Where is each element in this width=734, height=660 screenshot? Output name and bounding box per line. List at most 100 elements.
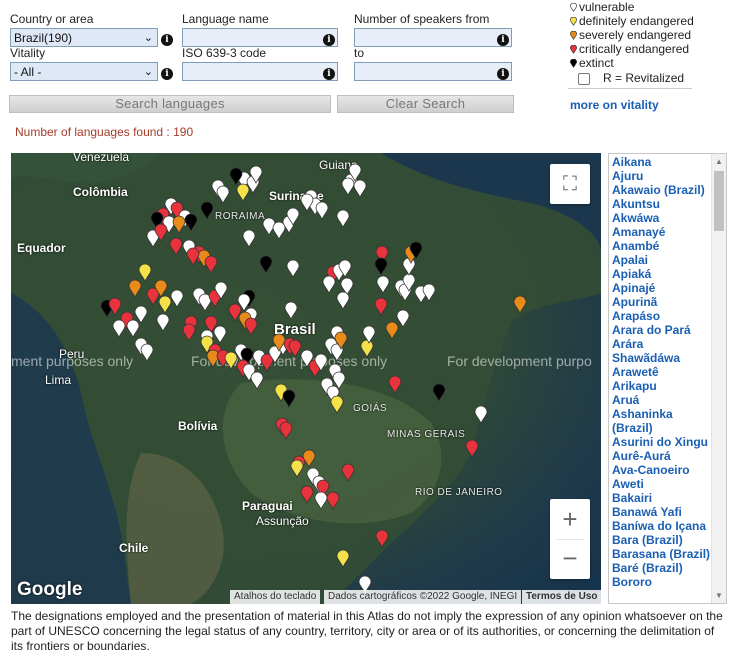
language-marker[interactable] bbox=[300, 485, 314, 504]
language-marker[interactable] bbox=[341, 177, 355, 196]
language-marker[interactable] bbox=[184, 213, 198, 232]
language-marker[interactable] bbox=[422, 283, 436, 302]
language-marker[interactable] bbox=[336, 209, 350, 228]
zoom-in-button[interactable]: + bbox=[550, 499, 590, 539]
language-marker[interactable] bbox=[385, 321, 399, 340]
language-marker[interactable] bbox=[336, 291, 350, 310]
language-marker[interactable] bbox=[158, 295, 172, 314]
country-select[interactable]: Brazil(190) ⌄ bbox=[10, 28, 158, 47]
speakers-to-info-icon[interactable]: i bbox=[497, 68, 509, 80]
speakers-to-input[interactable] bbox=[354, 62, 512, 81]
language-marker[interactable] bbox=[244, 317, 258, 336]
language-marker[interactable] bbox=[156, 313, 170, 332]
language-list-item[interactable]: Baré (Brazil) bbox=[609, 561, 711, 575]
language-list-item[interactable]: Arikapu bbox=[609, 379, 711, 393]
more-on-vitality-link[interactable]: more on vitality bbox=[570, 98, 659, 112]
language-marker[interactable] bbox=[140, 343, 154, 362]
language-marker[interactable] bbox=[182, 323, 196, 342]
language-list-item[interactable]: Bororo bbox=[609, 575, 711, 589]
language-marker[interactable] bbox=[315, 201, 329, 220]
language-marker[interactable] bbox=[200, 201, 214, 220]
language-list-item[interactable]: Akuntsu bbox=[609, 197, 711, 211]
language-marker[interactable] bbox=[374, 257, 388, 276]
language-list-item[interactable]: Aruá bbox=[609, 393, 711, 407]
language-marker[interactable] bbox=[474, 405, 488, 424]
scroll-thumb[interactable] bbox=[714, 171, 724, 231]
language-marker[interactable] bbox=[272, 221, 286, 240]
speakers-from-input[interactable] bbox=[354, 28, 512, 47]
language-marker[interactable] bbox=[236, 183, 250, 202]
language-marker[interactable] bbox=[432, 383, 446, 402]
scroll-down-icon[interactable]: ▼ bbox=[715, 591, 723, 600]
clear-search-button[interactable]: Clear Search bbox=[337, 95, 514, 113]
language-marker[interactable] bbox=[204, 255, 218, 274]
language-marker[interactable] bbox=[302, 449, 316, 468]
language-list-item[interactable]: Arara do Pará bbox=[609, 323, 711, 337]
language-list-item[interactable]: Anambé bbox=[609, 239, 711, 253]
language-marker[interactable] bbox=[128, 279, 142, 298]
language-marker[interactable] bbox=[341, 463, 355, 482]
language-list-item[interactable]: Ava-Canoeiro bbox=[609, 463, 711, 477]
language-marker[interactable] bbox=[134, 305, 148, 324]
language-input[interactable] bbox=[182, 28, 338, 47]
language-marker[interactable] bbox=[279, 421, 293, 440]
terms-link[interactable]: Termos de Uso bbox=[522, 590, 601, 604]
scroll-up-icon[interactable]: ▲ bbox=[715, 157, 723, 166]
language-marker[interactable] bbox=[250, 371, 264, 390]
language-marker[interactable] bbox=[224, 351, 238, 370]
language-marker[interactable] bbox=[186, 247, 200, 266]
iso-input[interactable] bbox=[182, 62, 338, 81]
language-marker[interactable] bbox=[326, 491, 340, 510]
language-marker[interactable] bbox=[242, 229, 256, 248]
language-marker[interactable] bbox=[322, 275, 336, 294]
language-list-item[interactable]: Arára bbox=[609, 337, 711, 351]
language-list-scrollbar[interactable]: ▲ ▼ bbox=[711, 154, 726, 603]
language-list-item[interactable]: Bakairi bbox=[609, 491, 711, 505]
language-marker[interactable] bbox=[375, 529, 389, 548]
language-list-item[interactable]: Aurê-Aurá bbox=[609, 449, 711, 463]
language-list-item[interactable]: Asurini do Xingu bbox=[609, 435, 711, 449]
language-list-item[interactable]: Baníwa do Içana bbox=[609, 519, 711, 533]
language-marker[interactable] bbox=[172, 215, 186, 234]
language-list-item[interactable]: Apalai bbox=[609, 253, 711, 267]
language-marker[interactable] bbox=[336, 549, 350, 568]
language-list-item[interactable]: Arapáso bbox=[609, 309, 711, 323]
language-marker[interactable] bbox=[353, 179, 367, 198]
language-marker[interactable] bbox=[388, 375, 402, 394]
iso-info-icon[interactable]: i bbox=[323, 68, 335, 80]
language-marker[interactable] bbox=[330, 395, 344, 414]
language-marker[interactable] bbox=[290, 459, 304, 478]
language-list[interactable]: Aikana Ajuru Akawaio (Brazil) Akuntsu Akwáwa… bbox=[608, 153, 727, 604]
language-marker[interactable] bbox=[288, 339, 302, 358]
zoom-out-button[interactable]: − bbox=[550, 539, 590, 579]
language-marker[interactable] bbox=[282, 389, 296, 408]
language-list-item[interactable]: Aweti bbox=[609, 477, 711, 491]
language-marker[interactable] bbox=[170, 289, 184, 308]
map[interactable]: Venezuela Colômbia Guiana Suriname RORAI… bbox=[11, 153, 601, 604]
language-list-item[interactable]: Apurinã bbox=[609, 295, 711, 309]
language-marker[interactable] bbox=[286, 259, 300, 278]
language-marker[interactable] bbox=[513, 295, 527, 314]
language-marker[interactable] bbox=[284, 301, 298, 320]
language-list-item[interactable]: Apinajé bbox=[609, 281, 711, 295]
language-list-item[interactable]: Aikana bbox=[609, 155, 711, 169]
language-marker[interactable] bbox=[206, 349, 220, 368]
language-marker[interactable] bbox=[402, 257, 416, 276]
language-marker[interactable] bbox=[376, 275, 390, 294]
fullscreen-button[interactable]: ⛶ bbox=[550, 164, 590, 204]
language-marker[interactable] bbox=[216, 185, 230, 204]
language-info-icon[interactable]: i bbox=[323, 34, 335, 46]
language-marker[interactable] bbox=[126, 319, 140, 338]
keyboard-shortcuts-link[interactable]: Atalhos do teclado bbox=[230, 590, 321, 604]
language-list-item[interactable]: Ajuru bbox=[609, 169, 711, 183]
language-marker[interactable] bbox=[314, 491, 328, 510]
vitality-select[interactable]: - All - ⌄ bbox=[10, 62, 158, 81]
language-list-item[interactable]: Arawetê bbox=[609, 365, 711, 379]
language-list-item[interactable]: Akawaio (Brazil) bbox=[609, 183, 711, 197]
country-info-icon[interactable]: i bbox=[161, 34, 173, 46]
language-list-item[interactable]: Barasana (Brazil) bbox=[609, 547, 711, 561]
language-list-item[interactable]: Apiaká bbox=[609, 267, 711, 281]
speakers-from-info-icon[interactable]: i bbox=[497, 34, 509, 46]
language-list-item[interactable]: Banawá Yafi bbox=[609, 505, 711, 519]
language-list-item[interactable]: Akwáwa bbox=[609, 211, 711, 225]
